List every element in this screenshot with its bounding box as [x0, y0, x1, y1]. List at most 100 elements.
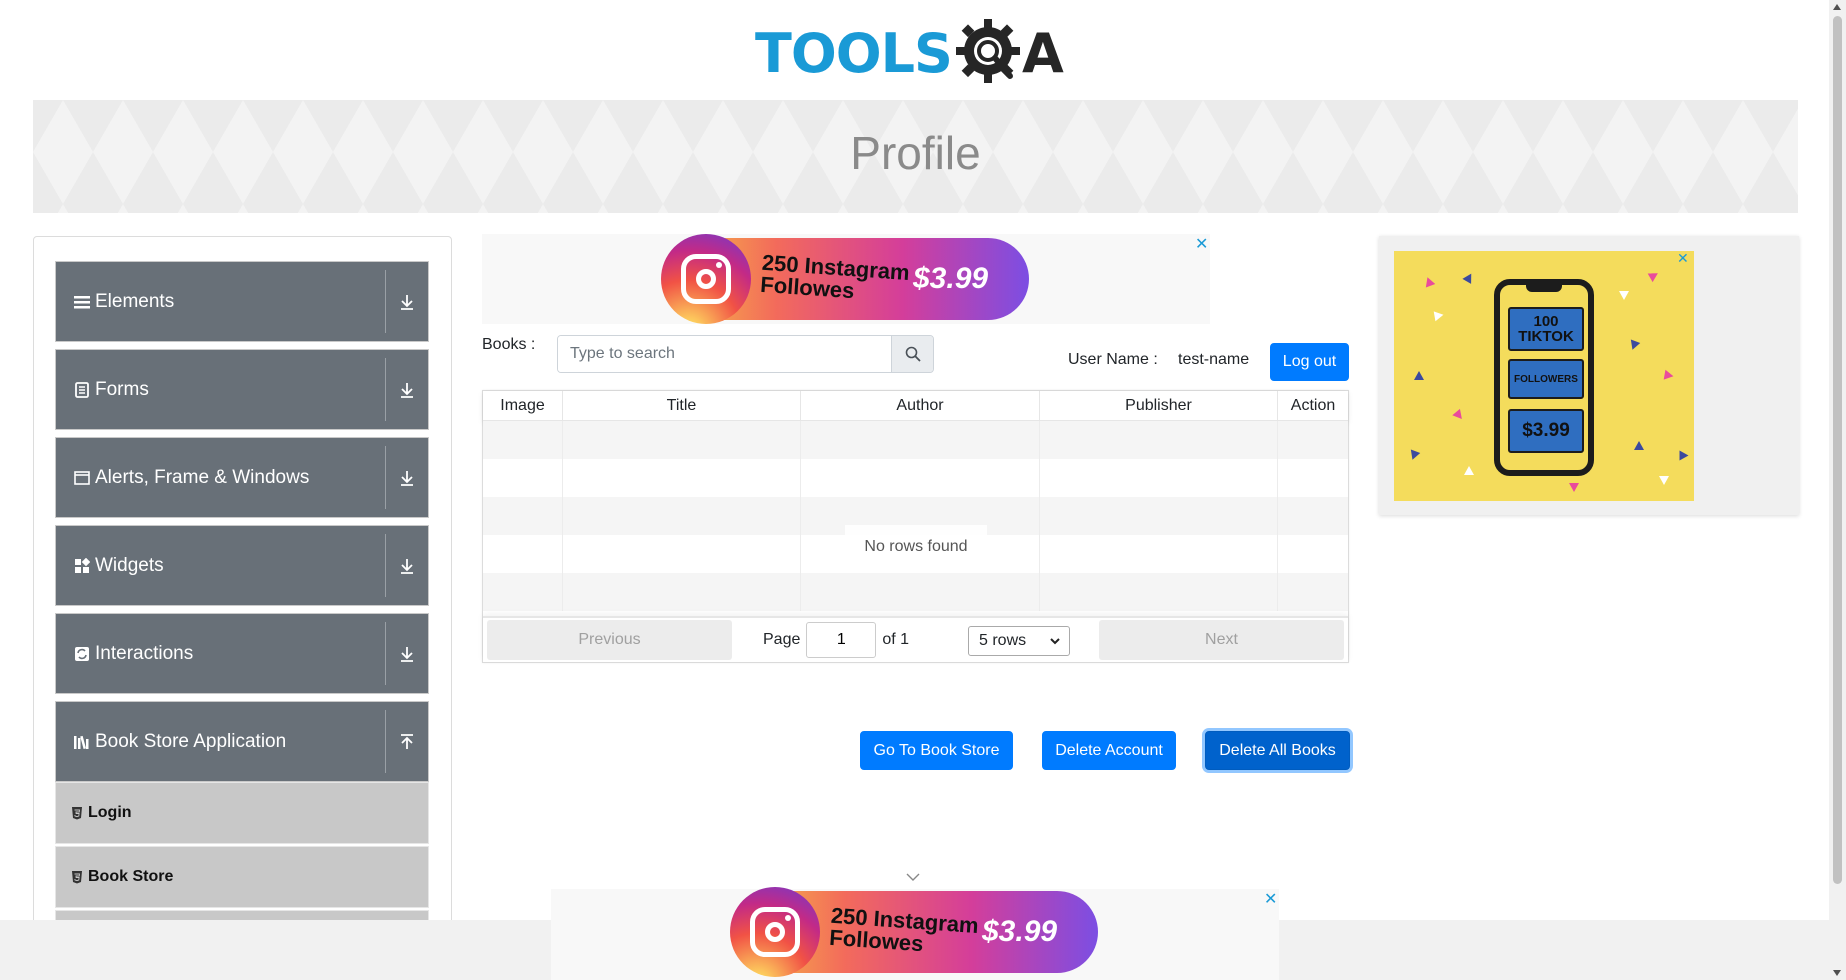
books-table: Image Title Author Publisher Action No r…	[482, 390, 1349, 663]
promo-price: $3.99	[913, 262, 989, 295]
page-label: Page	[763, 631, 801, 648]
download-arrow-icon[interactable]	[395, 526, 419, 605]
search-input[interactable]	[558, 336, 891, 372]
followers-label: FOLLOWERS	[1514, 373, 1578, 385]
confetti	[1647, 268, 1661, 283]
divider	[385, 358, 386, 421]
table-row	[483, 421, 1348, 459]
search-button[interactable]	[891, 336, 933, 372]
divider	[385, 710, 386, 773]
confetti	[1663, 369, 1675, 382]
next-page-button[interactable]: Next	[1099, 620, 1344, 660]
download-arrow-icon[interactable]	[395, 350, 419, 429]
confetti	[1414, 371, 1424, 380]
vertical-scrollbar[interactable]	[1829, 0, 1846, 980]
rows-per-page-value: 5 rows	[979, 632, 1027, 649]
scrollbar-thumb[interactable]	[1833, 16, 1842, 884]
sidebar-group-label: Forms	[95, 378, 149, 400]
sidebar-group-alerts[interactable]: Alerts, Frame & Windows	[55, 437, 429, 518]
search-field	[557, 335, 934, 373]
tiktok-price: $3.99	[1522, 420, 1570, 441]
page-info: Page of 1	[763, 620, 909, 660]
go-to-book-store-button[interactable]: Go To Book Store	[860, 731, 1013, 770]
html5-icon	[70, 806, 84, 820]
scroll-up-arrow-icon[interactable]	[1833, 4, 1841, 10]
confetti	[1462, 271, 1476, 284]
previous-page-button[interactable]: Previous	[487, 620, 732, 660]
sidebar-group-elements[interactable]: Elements	[55, 261, 429, 342]
column-header-author[interactable]: Author	[801, 391, 1040, 420]
instagram-promo[interactable]: 250 Instagram Followes $3.99	[661, 234, 1029, 324]
sidebar-group-interactions[interactable]: Interactions	[55, 613, 429, 694]
logo-suffix: A	[1021, 21, 1064, 85]
divider	[385, 270, 386, 333]
tiktok-label: TIKTOK	[1518, 328, 1574, 345]
books-label: Books :	[482, 336, 536, 353]
sidebar-group-label: Widgets	[95, 554, 164, 576]
delete-all-books-button[interactable]: Delete All Books	[1205, 731, 1350, 770]
toolsqa-logo[interactable]: TOOLS A	[755, 16, 1080, 91]
sidebar-group-book-store[interactable]: Book Store Application	[55, 701, 429, 782]
left-sidebar: Elements Forms Alerts, Frame & Windows W…	[33, 236, 452, 980]
page-banner: Profile	[33, 100, 1798, 213]
table-row	[483, 573, 1348, 611]
widgets-icon	[73, 557, 91, 575]
bottom-ad-banner[interactable]: 250 Instagram Followes $3.99 ✕	[551, 887, 1279, 980]
column-header-title[interactable]: Title	[563, 391, 801, 420]
confetti	[1452, 408, 1466, 423]
interactions-icon	[73, 645, 91, 663]
tiktok-count-box: 100 TIKTOK	[1508, 307, 1584, 351]
sidebar-group-label: Book Store Application	[95, 730, 287, 752]
divider	[385, 534, 386, 597]
download-arrow-icon[interactable]	[395, 262, 419, 341]
logo-text: TOOLS	[755, 21, 953, 85]
sidebar-item-label: Login	[88, 804, 132, 821]
top-ad-banner[interactable]: 250 Instagram Followes $3.99 ✕	[482, 234, 1210, 324]
sidebar-group-forms[interactable]: Forms	[55, 349, 429, 430]
column-header-action[interactable]: Action	[1278, 391, 1348, 420]
delete-account-button[interactable]: Delete Account	[1042, 731, 1176, 770]
pagination: Previous Page of 1 5 rows Next	[483, 616, 1348, 662]
sidebar-item-book-store[interactable]: Book Store	[55, 846, 429, 908]
sidebar-group-widgets[interactable]: Widgets	[55, 525, 429, 606]
confetti	[1619, 291, 1629, 300]
download-arrow-icon[interactable]	[395, 438, 419, 517]
close-icon[interactable]: ✕	[1195, 234, 1208, 254]
search-icon	[905, 346, 921, 362]
price-box: $3.99	[1508, 409, 1584, 453]
instagram-icon	[730, 887, 820, 977]
username-value: test-name	[1178, 351, 1250, 368]
confetti	[1464, 466, 1474, 475]
instagram-promo[interactable]: 250 Instagram Followes $3.99	[730, 887, 1098, 977]
html5-icon	[70, 870, 84, 884]
tiktok-ad[interactable]: 100 TIKTOK FOLLOWERS $3.99	[1394, 251, 1694, 501]
sidebar-item-label: Book Store	[88, 868, 174, 885]
close-icon[interactable]: ✕	[1677, 250, 1689, 267]
page-title: Profile	[850, 127, 981, 179]
sidebar-group-label: Elements	[95, 290, 175, 312]
page-root: TOOLS A Profile Elements Forms Alerts, F…	[0, 0, 1846, 980]
username-label: User Name :	[1068, 351, 1158, 368]
confetti	[1407, 449, 1421, 462]
chevron-down-icon	[1050, 638, 1060, 645]
scroll-down-arrow-icon[interactable]	[1833, 970, 1841, 976]
column-header-publisher[interactable]: Publisher	[1040, 391, 1278, 420]
confetti	[1659, 476, 1669, 485]
tiktok-count: 100	[1533, 313, 1559, 330]
confetti	[1679, 450, 1689, 461]
menu-icon	[73, 293, 91, 311]
column-header-image[interactable]: Image	[483, 391, 563, 420]
table-row	[483, 459, 1348, 497]
upload-arrow-icon[interactable]	[395, 702, 419, 781]
right-ad-panel[interactable]: 100 TIKTOK FOLLOWERS $3.99 ✕	[1379, 236, 1799, 515]
confetti	[1634, 441, 1644, 450]
logout-button[interactable]: Log out	[1270, 343, 1349, 381]
rows-per-page-select[interactable]: 5 rows	[968, 626, 1070, 656]
close-icon[interactable]: ✕	[1264, 889, 1277, 909]
document-icon	[73, 381, 91, 399]
sidebar-item-login[interactable]: Login	[55, 782, 429, 844]
promo-text: 250 Instagram Followes	[759, 249, 911, 304]
download-arrow-icon[interactable]	[395, 614, 419, 693]
chevron-down-icon[interactable]	[906, 872, 920, 882]
page-number-input[interactable]	[806, 622, 877, 658]
